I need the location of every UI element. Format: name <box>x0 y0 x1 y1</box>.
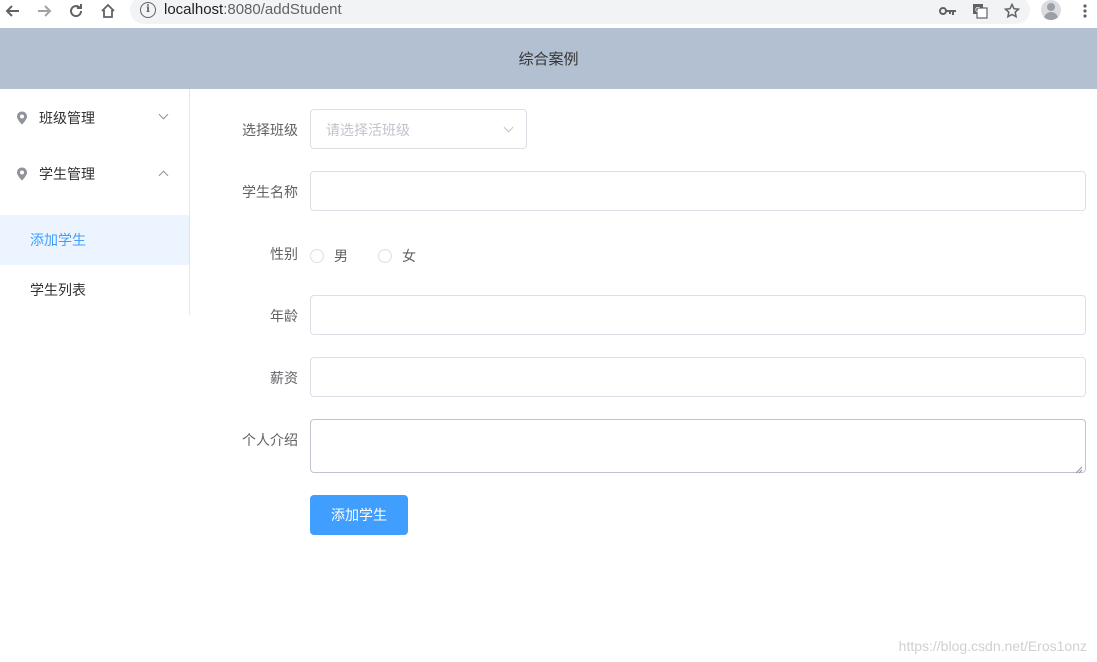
menu-item-label: 学生列表 <box>30 283 86 299</box>
salary-input[interactable] <box>310 357 1086 397</box>
resize-grip-icon[interactable] <box>1075 462 1083 474</box>
radio-circle[interactable] <box>310 249 324 263</box>
submenu-label: 班级管理 <box>39 111 95 127</box>
age-label: 年龄 <box>270 309 298 325</box>
submenu-student-management[interactable]: 学生管理 <box>0 146 189 202</box>
radio-label: 男 <box>334 249 348 265</box>
class-select-placeholder: 请选择活班级 <box>326 123 410 139</box>
key-icon[interactable] <box>937 0 959 22</box>
kebab-menu-icon[interactable] <box>1074 0 1096 22</box>
translate-icon[interactable]: G <box>969 0 991 22</box>
class-label: 选择班级 <box>242 123 298 139</box>
gender-label: 性别 <box>270 247 298 263</box>
url-text: localhost:8080/addStudent <box>164 1 342 18</box>
class-select[interactable]: 请选择活班级 <box>310 109 527 149</box>
chevron-down-icon <box>158 109 169 120</box>
url-host: localhost <box>164 1 224 18</box>
svg-text:G: G <box>975 6 980 14</box>
menu-item-student-list[interactable]: 学生列表 <box>0 265 189 315</box>
menu-item-label: 添加学生 <box>30 233 86 249</box>
salary-label: 薪资 <box>270 371 298 387</box>
intro-textarea[interactable] <box>310 419 1086 474</box>
chevron-down-icon <box>503 122 514 133</box>
sidebar: 班级管理 学生管理 添加学生 学生列表 <box>0 89 190 315</box>
watermark: https://blog.csdn.net/Eros1onz <box>898 638 1087 654</box>
location-pin-icon <box>16 111 28 125</box>
address-bar[interactable]: i localhost:8080/addStudent <box>130 0 1030 24</box>
star-icon[interactable] <box>1001 0 1023 22</box>
reload-icon[interactable] <box>65 0 87 22</box>
radio-circle[interactable] <box>378 249 392 263</box>
add-student-button[interactable]: 添加学生 <box>310 495 408 535</box>
back-arrow-icon[interactable] <box>2 0 24 22</box>
browser-toolbar: i localhost:8080/addStudent G <box>0 0 1097 28</box>
home-icon[interactable] <box>97 0 119 22</box>
forward-arrow-icon[interactable] <box>33 0 55 22</box>
name-input[interactable] <box>310 171 1086 211</box>
submenu-label: 学生管理 <box>39 167 95 183</box>
chevron-up-icon <box>158 170 169 181</box>
age-input[interactable] <box>310 295 1086 335</box>
info-icon[interactable]: i <box>140 2 156 18</box>
location-pin-icon <box>16 167 28 181</box>
page-title: 综合案例 <box>518 50 579 68</box>
menu-item-add-student[interactable]: 添加学生 <box>0 215 189 265</box>
name-label: 学生名称 <box>242 185 298 201</box>
url-path: :8080/addStudent <box>223 1 342 18</box>
profile-icon[interactable] <box>1041 0 1061 20</box>
intro-label: 个人介绍 <box>242 433 298 449</box>
app-header: 综合案例 <box>0 28 1097 89</box>
gender-radio-female[interactable]: 女 <box>378 246 416 266</box>
radio-label: 女 <box>402 249 416 265</box>
gender-radio-male[interactable]: 男 <box>310 246 348 266</box>
submenu-class-management[interactable]: 班级管理 <box>0 90 189 146</box>
